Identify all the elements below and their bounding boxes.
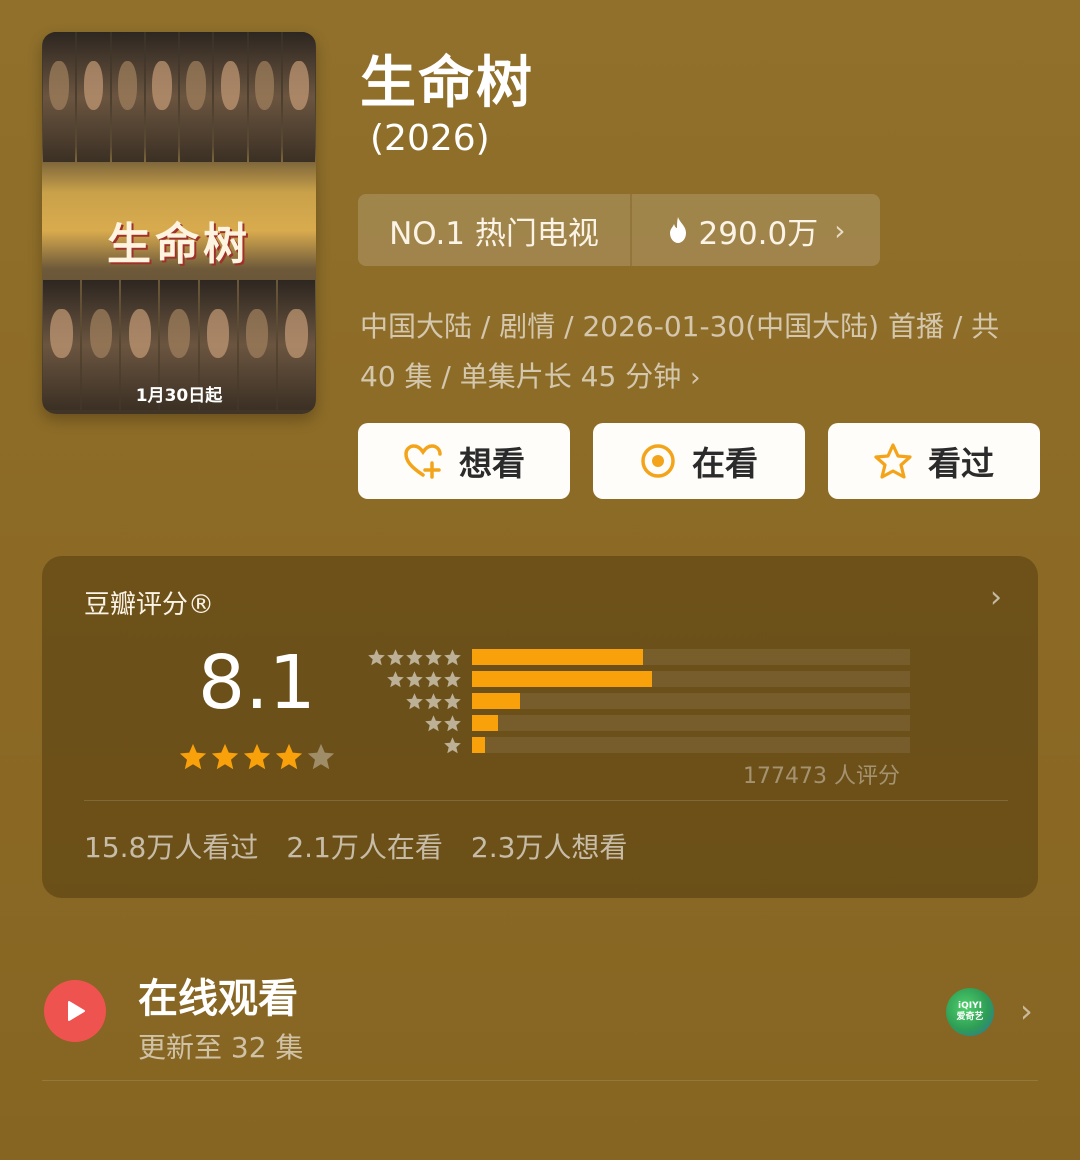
online-watch-title[interactable]: 在线观看 [138,966,298,1024]
episode-update: 更新至 32 集 [138,1031,304,1064]
meta-line-2: 40 集 / 单集片长 45 分钟 [360,360,682,393]
distribution-bar-track [472,737,910,753]
distribution-bar-fill [472,715,499,731]
distribution-bar-fill [472,737,486,753]
distribution-bar-track [472,693,910,709]
chevron-right-icon: › [834,213,846,247]
distribution-bar-track [472,649,910,665]
meta-line-1: 中国大陆 / 剧情 / 2026-01-30(中国大陆) 首播 / 共 [360,310,1000,343]
distribution-row-3-star [352,690,912,712]
play-icon[interactable] [44,980,106,1042]
watched-label: 看过 [928,444,994,483]
distribution-bar-fill [472,693,521,709]
distribution-bar-fill [472,649,643,665]
star-empty-icon [306,742,336,776]
movie-detail-page: 生命树 1月30日起 生命树 (2026) NO.1 热门电视 290.0万 ›… [0,0,1080,1160]
flame-icon [669,217,686,243]
want-count: 2.3万人想看 [470,831,628,864]
poster-cast-top [42,32,316,162]
row-star-icons [352,736,462,755]
poster-image[interactable]: 生命树 1月30日起 [42,32,316,414]
release-year: (2026) [370,118,490,159]
watching-count: 2.1万人在看 [286,831,443,864]
star-filled-icon [242,742,272,776]
score-stars [178,742,336,776]
star-filled-icon [274,742,304,776]
target-icon [641,444,675,478]
chevron-right-icon: › [690,363,701,393]
action-buttons: 想看 在看 看过 [358,423,1040,499]
distribution-row-5-star [352,646,912,668]
watched-count: 15.8万人看过 [84,831,259,864]
watching-button[interactable]: 在看 [593,423,805,499]
distribution-row-4-star [352,668,912,690]
star-outline-icon [874,443,912,479]
watching-label: 在看 [692,444,758,483]
rating-score: 8.1 [198,640,316,726]
vote-count: 177473 人评分 [743,764,900,789]
distribution-row-1-star [352,734,912,756]
distribution-bar-fill [472,671,652,687]
iqiyi-logo-icon[interactable]: iQIYI 爱奇艺 [946,988,994,1036]
watch-stats: 15.8万人看过 2.1万人在看 2.3万人想看 [84,826,627,866]
watched-button[interactable]: 看过 [828,423,1040,499]
distribution-row-2-star [352,712,912,734]
heat-index[interactable]: 290.0万 › [632,208,880,253]
section-divider [42,1080,1038,1081]
movie-meta-info[interactable]: 中国大陆 / 剧情 / 2026-01-30(中国大陆) 首播 / 共 40 集… [360,302,1050,403]
row-star-icons [352,714,462,733]
rating-distribution [352,646,912,756]
poster-title-art: 生命树 [107,219,251,270]
play-triangle-icon [68,1001,85,1021]
platform-logo-text: iQIYI 爱奇艺 [956,1001,984,1022]
douban-rating-card[interactable]: 豆瓣评分® › 8.1 177473 人评分 15.8万人看过 2.1万人在看 … [42,556,1038,898]
rank-banner[interactable]: NO.1 热门电视 290.0万 › [358,194,880,266]
poster-air-date: 1月30日起 [135,386,223,406]
row-star-icons [352,648,462,667]
star-filled-icon [210,742,240,776]
want-to-watch-button[interactable]: 想看 [358,423,570,499]
card-divider [84,800,1008,801]
want-to-watch-label: 想看 [459,444,525,483]
chevron-right-icon: › [990,580,1002,615]
page-title: 生命树 [360,51,534,116]
heat-value: 290.0万 [698,215,819,252]
rating-title: 豆瓣评分® [84,590,215,620]
star-filled-icon [178,742,208,776]
row-star-icons [352,670,462,689]
chevron-right-icon[interactable]: › [1020,992,1033,1030]
rank-label: NO.1 热门电视 [389,215,599,252]
row-star-icons [352,692,462,711]
distribution-bar-track [472,715,910,731]
distribution-bar-track [472,671,910,687]
heart-plus-icon [404,444,442,479]
